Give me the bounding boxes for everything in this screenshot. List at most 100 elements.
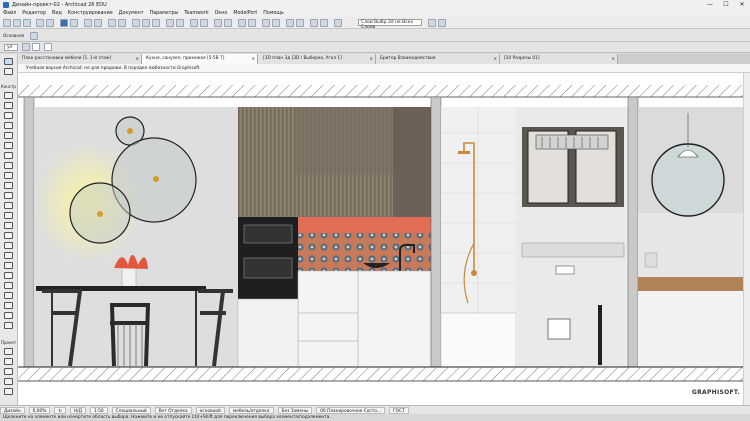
zoom-combo[interactable]: ул xyxy=(4,44,18,51)
minimize-button[interactable]: — xyxy=(702,0,718,9)
dimension-standard-select[interactable]: ГОСТ xyxy=(389,406,409,414)
menu-file[interactable]: Файл xyxy=(3,11,16,16)
mode-select[interactable]: Дизайн xyxy=(0,406,25,414)
opening-tool-icon[interactable] xyxy=(4,262,13,269)
tab-3d-plan[interactable]: {3D план 3д [3D / Выборка, Угол 1] ✕ xyxy=(258,54,376,64)
render-icon[interactable] xyxy=(238,19,246,27)
guide-line-icon[interactable] xyxy=(200,19,208,27)
tab-sections[interactable]: [10 Разрезы 01] ✕ xyxy=(500,54,618,64)
close-button[interactable]: ✕ xyxy=(734,0,750,9)
corner-window-tool-icon[interactable] xyxy=(4,272,13,279)
teamwork-icon[interactable] xyxy=(108,19,116,27)
view-options-icon[interactable] xyxy=(22,43,30,51)
menu-teamwork[interactable]: Teamwork xyxy=(184,11,208,16)
measure-icon[interactable] xyxy=(310,19,318,27)
fit-window-icon[interactable] xyxy=(152,19,160,27)
undo-icon[interactable] xyxy=(36,19,44,27)
marquee-tool-icon[interactable] xyxy=(70,19,78,27)
arrow-tool-icon[interactable] xyxy=(60,19,68,27)
section-tool-icon[interactable] xyxy=(4,302,13,309)
curtain-wall-tool-icon[interactable] xyxy=(4,202,13,209)
zone-tool-icon[interactable] xyxy=(4,222,13,229)
door-tool-icon[interactable] xyxy=(4,162,13,169)
marquee-tool-icon[interactable] xyxy=(4,68,13,75)
label-tool-icon[interactable] xyxy=(4,368,13,375)
menu-window[interactable]: Окно xyxy=(215,11,228,16)
trace-icon[interactable] xyxy=(214,19,222,27)
menu-design[interactable]: Конструирование xyxy=(68,11,113,16)
display-icon[interactable] xyxy=(296,19,304,27)
layer-combination-select[interactable]: Специальный xyxy=(111,406,151,414)
window-tool-icon[interactable] xyxy=(4,172,13,179)
pan-icon[interactable] xyxy=(176,19,184,27)
skylight-tool-icon[interactable] xyxy=(4,242,13,249)
object-tool-icon[interactable] xyxy=(4,212,13,219)
grid-snap-icon[interactable] xyxy=(190,19,198,27)
drawing-canvas[interactable] xyxy=(18,73,743,405)
fill-tool-icon[interactable] xyxy=(4,378,13,385)
override-select[interactable]: Без Замены xyxy=(277,406,313,414)
close-tab-icon[interactable]: ✕ xyxy=(494,54,497,64)
menu-document[interactable]: Документ xyxy=(119,11,144,16)
origin-icon[interactable] xyxy=(44,43,52,51)
close-tab-icon[interactable]: ✕ xyxy=(252,54,255,64)
info-selection-icon[interactable] xyxy=(30,32,38,40)
finish-select[interactable]: Вет Отделка xyxy=(154,406,192,414)
close-tab-icon[interactable]: ✕ xyxy=(136,54,139,64)
layer-combo-select[interactable]: Слои Выбр.3d не Всех Слоев xyxy=(358,19,422,30)
line-tool-icon[interactable] xyxy=(4,388,13,395)
zoom-in-icon[interactable] xyxy=(132,19,140,27)
menu-edit[interactable]: Редактор xyxy=(22,11,46,16)
lamp-tool-icon[interactable] xyxy=(4,252,13,259)
column-tool-icon[interactable] xyxy=(4,102,13,109)
model-view-icon[interactable] xyxy=(286,19,294,27)
railing-tool-icon[interactable] xyxy=(4,192,13,199)
text-tool-icon[interactable] xyxy=(4,358,13,365)
maximize-button[interactable]: ☐ xyxy=(718,0,734,9)
arrow-tool-icon[interactable] xyxy=(4,58,13,65)
tab-kitchen-section[interactable]: Кухня, санузел, прихожая [5-5В 7] ✕ xyxy=(142,54,258,64)
pen-sets-icon[interactable] xyxy=(272,19,280,27)
renovation-filter-select[interactable]: 06 Планировочное Состо... xyxy=(316,406,385,414)
wall-tool-icon[interactable] xyxy=(4,92,13,99)
section-view-icon[interactable] xyxy=(94,19,102,27)
close-tab-icon[interactable]: ✕ xyxy=(612,54,615,64)
close-tab-icon[interactable]: ✕ xyxy=(370,54,373,64)
menu-view[interactable]: Вид xyxy=(52,11,62,16)
toolbar-extra-icon[interactable] xyxy=(428,19,436,27)
layer-combo-icon[interactable] xyxy=(334,19,342,27)
open-file-icon[interactable] xyxy=(13,19,21,27)
stair-tool-icon[interactable] xyxy=(4,182,13,189)
detail-tool-icon[interactable] xyxy=(4,322,13,329)
shell-tool-icon[interactable] xyxy=(4,142,13,149)
model-view-select[interactable]: мебель/отделка xyxy=(228,406,274,414)
favorites-icon[interactable] xyxy=(262,19,270,27)
toolbar-extra2-icon[interactable] xyxy=(438,19,446,27)
orientation-value[interactable]: Н/Д xyxy=(69,406,86,414)
save-icon[interactable] xyxy=(23,19,31,27)
roof-tool-icon[interactable] xyxy=(4,132,13,139)
menu-modelport[interactable]: ModelPort xyxy=(233,11,257,16)
mesh-tool-icon[interactable] xyxy=(4,232,13,239)
grid-icon[interactable] xyxy=(32,43,40,51)
slab-tool-icon[interactable] xyxy=(4,122,13,129)
menu-help[interactable]: Помощь xyxy=(263,11,283,16)
tab-interaction[interactable]: Бритор Взаимодействия ✕ xyxy=(376,54,500,64)
beam-tool-icon[interactable] xyxy=(4,112,13,119)
tab-furniture-plan[interactable]: План расстановки мебели [1. 1-й этаж] ✕ xyxy=(18,54,142,64)
send-receive-icon[interactable] xyxy=(118,19,126,27)
sun-icon[interactable] xyxy=(320,19,328,27)
vertical-scrollbar[interactable] xyxy=(743,73,750,405)
graphic-override-icon[interactable] xyxy=(248,19,256,27)
layers-icon[interactable] xyxy=(224,19,232,27)
new-file-icon[interactable] xyxy=(3,19,11,27)
dimension-tool-icon[interactable] xyxy=(4,348,13,355)
menu-options[interactable]: Параметры xyxy=(150,11,179,16)
rotate-view-icon[interactable]: ↻ xyxy=(54,406,66,414)
elevation-tool-icon[interactable] xyxy=(4,312,13,319)
3d-view-icon[interactable] xyxy=(84,19,92,27)
pen-set-select[interactable]: основной xyxy=(195,406,225,414)
morph-tool-icon[interactable] xyxy=(4,152,13,159)
beam-2-tool-icon[interactable] xyxy=(4,292,13,299)
scale-select[interactable]: 1:50 xyxy=(89,406,108,414)
